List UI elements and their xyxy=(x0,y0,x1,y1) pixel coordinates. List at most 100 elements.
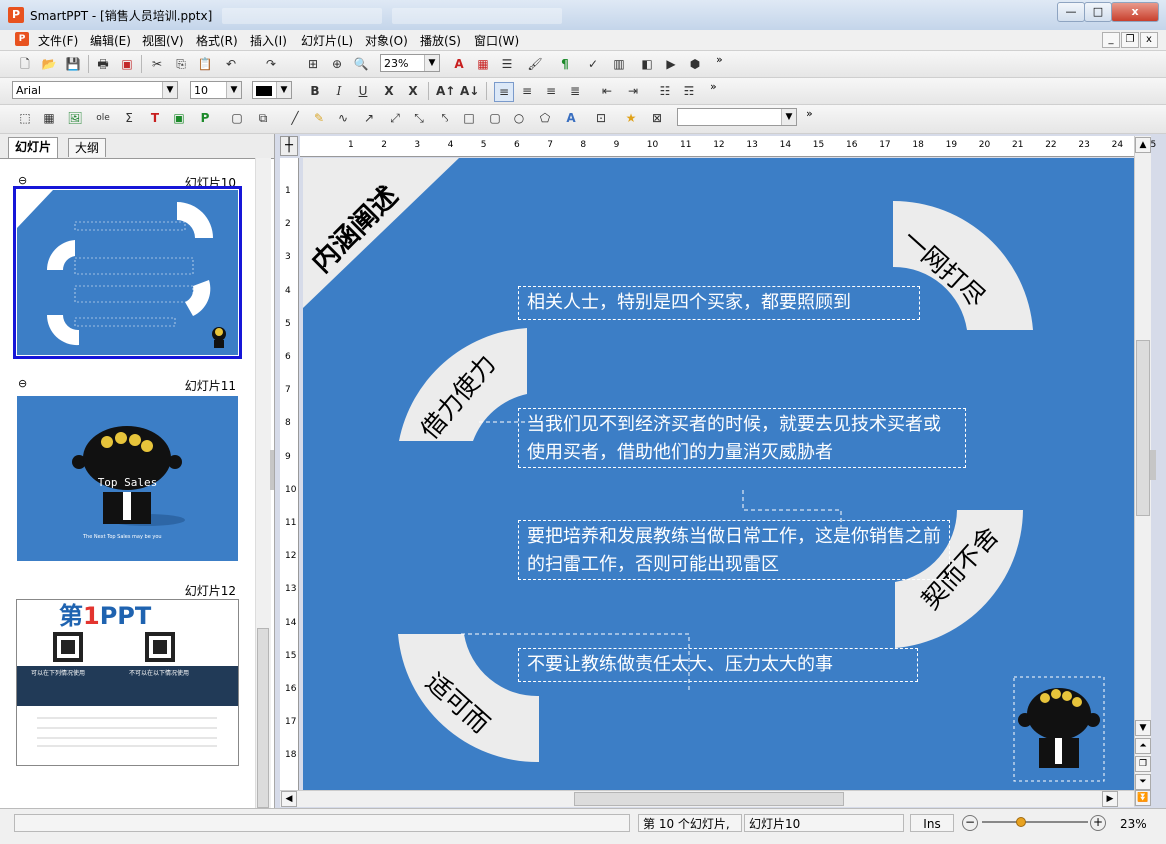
open-folder-icon[interactable]: 📂 xyxy=(40,55,58,73)
next-slide-icon[interactable]: ⏷ xyxy=(1135,774,1151,790)
last-slide-icon[interactable]: ⏬ xyxy=(1135,790,1151,806)
zoom-slider-thumb[interactable] xyxy=(1015,817,1026,827)
list-icon[interactable]: ☰ xyxy=(498,55,516,73)
menu-play[interactable]: 播放(S) xyxy=(420,32,461,49)
rounded-rect-tool-icon[interactable]: ▢ xyxy=(486,109,504,127)
slide-thumbnail-10[interactable] xyxy=(13,186,242,359)
select-frame-icon[interactable]: ⬚ xyxy=(16,109,34,127)
slide-view-icon[interactable]: ❐ xyxy=(1135,756,1151,772)
insert-text-icon[interactable]: T xyxy=(146,109,164,127)
save-icon[interactable]: 💾 xyxy=(64,55,82,73)
wordart-tool-icon[interactable]: A xyxy=(562,109,580,127)
justify-icon[interactable]: ≣ xyxy=(566,82,584,100)
menu-insert[interactable]: 插入(I) xyxy=(250,32,287,49)
menu-file[interactable]: 文件(F) xyxy=(38,32,78,49)
spell-check-icon[interactable]: ✓ xyxy=(584,55,602,73)
scroll-down-icon[interactable]: ▼ xyxy=(1135,720,1151,736)
new-file-icon[interactable]: 🗋 xyxy=(16,55,34,73)
zoom-slider-track[interactable] xyxy=(982,821,1088,823)
toolbar-more-button[interactable]: » xyxy=(716,53,723,66)
close-button[interactable]: x xyxy=(1111,2,1159,22)
zoom-combo[interactable]: 23% ▼ xyxy=(380,54,440,72)
menu-view[interactable]: 视图(V) xyxy=(142,32,184,49)
menu-edit[interactable]: 编辑(E) xyxy=(90,32,131,49)
style-combo[interactable]: ▼ xyxy=(677,108,797,126)
paste-icon[interactable]: 📋 xyxy=(196,55,214,73)
tab-slides[interactable]: 幻灯片 xyxy=(8,137,59,158)
increase-font-icon[interactable]: A↑ xyxy=(436,82,455,100)
panel-scrollbar[interactable] xyxy=(255,158,271,808)
previous-slide-icon[interactable]: ⏶ xyxy=(1135,738,1151,754)
frame-icon[interactable]: ▢ xyxy=(228,109,246,127)
curve-tool-icon[interactable]: ∿ xyxy=(334,109,352,127)
insert-picture-icon[interactable]: 🖼 xyxy=(66,109,84,127)
slide-thumbnail-12[interactable]: 第1PPT 可以在下列情况使用 不可以在以下情况使用 xyxy=(16,599,239,766)
text-color-icon[interactable]: A xyxy=(450,55,468,73)
vertical-scrollbar[interactable]: ▲ ▼ ⏶ ❐ ⏷ ⏬ xyxy=(1134,136,1151,806)
zoom-in-icon[interactable]: + xyxy=(1090,815,1106,831)
insert-ole-icon[interactable]: ole xyxy=(94,109,112,127)
ruler-origin-button[interactable]: ┼ xyxy=(280,136,298,156)
mdi-restore-button[interactable]: ❐ xyxy=(1121,32,1139,48)
insert-object-icon[interactable]: ▣ xyxy=(170,109,188,127)
crop-tool-icon[interactable]: ⊠ xyxy=(648,109,666,127)
insert-grid-icon[interactable]: ▦ xyxy=(40,109,58,127)
menu-slide[interactable]: 幻灯片(L) xyxy=(301,32,353,49)
align-tool-icon[interactable]: ⊡ xyxy=(592,109,610,127)
package-icon[interactable]: ⬢ xyxy=(686,55,704,73)
right-splitter-handle[interactable] xyxy=(1150,450,1156,480)
scrollbar-thumb[interactable] xyxy=(257,628,269,808)
italic-button[interactable]: I xyxy=(330,82,348,100)
print-icon[interactable]: 🖶 xyxy=(94,55,112,73)
underline-button[interactable]: U xyxy=(354,82,372,100)
bold-button[interactable]: B xyxy=(306,82,324,100)
align-center-icon[interactable]: ≡ xyxy=(518,82,536,100)
align-left-icon[interactable]: ≡ xyxy=(494,82,514,102)
play-icon[interactable]: ▶ xyxy=(662,55,680,73)
horizontal-scrollbar[interactable]: ◀ ▶ xyxy=(280,790,1134,807)
text-box-3[interactable]: 要把培养和发展教练当做日常工作，这是你销售之前的扫雷工作，否则可能出现雷区 xyxy=(518,520,950,580)
bullet-list-icon[interactable]: ☷ xyxy=(656,82,674,100)
insert-page-icon[interactable]: P xyxy=(196,109,214,127)
text-box-2[interactable]: 当我们见不到经济买者的时候，就要去见技术买者或使用买者，借助他们的力量消灭威胁者 xyxy=(518,408,966,468)
mdi-close-button[interactable]: x xyxy=(1140,32,1158,48)
align-right-icon[interactable]: ≡ xyxy=(542,82,560,100)
pen-tool-icon[interactable]: ✎ xyxy=(310,109,328,127)
font-family-combo[interactable]: Arial ▼ xyxy=(12,81,178,99)
zoom-in-icon[interactable]: ⊕ xyxy=(328,55,346,73)
group-icon[interactable]: ⧉ xyxy=(254,109,272,127)
insert-formula-icon[interactable]: Σ xyxy=(120,109,138,127)
chart-icon[interactable]: ▥ xyxy=(610,55,628,73)
slide-canvas[interactable]: 内涵阐述 一网打尽 借力使力 契而不舍 适可而 相关人士，特别是四个买家，都要照… xyxy=(303,158,1134,790)
indent-increase-icon[interactable]: ⇥ xyxy=(624,82,642,100)
redo-icon[interactable]: ↷ xyxy=(262,55,280,73)
ellipse-tool-icon[interactable]: ○ xyxy=(510,109,528,127)
insert-table-icon[interactable]: ▦ xyxy=(474,55,492,73)
menu-window[interactable]: 窗口(W) xyxy=(474,32,519,49)
connector-tool-icon[interactable]: ⤢ xyxy=(386,109,404,127)
star-tool-icon[interactable]: ★ xyxy=(622,109,640,127)
tab-outline[interactable]: 大纲 xyxy=(68,138,107,157)
toolbar-more-button[interactable]: » xyxy=(710,80,717,93)
clear-format-icon[interactable]: X xyxy=(404,82,422,100)
format-painter-icon[interactable]: 🖌 xyxy=(526,55,544,73)
text-box-4[interactable]: 不要让教练做责任太大、压力太大的事 xyxy=(518,648,918,682)
indent-decrease-icon[interactable]: ⇤ xyxy=(598,82,616,100)
text-box-1[interactable]: 相关人士，特别是四个买家，都要照顾到 xyxy=(518,286,920,320)
export-pdf-icon[interactable]: ▣ xyxy=(118,55,136,73)
undo-icon[interactable]: ↶ xyxy=(222,55,240,73)
mdi-minimize-button[interactable]: _ xyxy=(1102,32,1120,48)
slide-template-icon[interactable]: ◧ xyxy=(638,55,656,73)
arrow-tool-icon[interactable]: ↗ xyxy=(360,109,378,127)
zoom-out-icon[interactable]: − xyxy=(962,815,978,831)
decrease-font-icon[interactable]: A↓ xyxy=(460,82,479,100)
zoom-icon[interactable]: 🔍 xyxy=(352,55,370,73)
fit-page-icon[interactable]: ⊞ xyxy=(304,55,322,73)
line-tool-icon[interactable]: ╱ xyxy=(286,109,304,127)
menu-object[interactable]: 对象(O) xyxy=(365,32,408,49)
minimize-button[interactable]: — xyxy=(1057,2,1085,22)
rectangle-tool-icon[interactable]: □ xyxy=(460,109,478,127)
font-color-combo[interactable]: ▼ xyxy=(252,81,292,99)
scrollbar-thumb[interactable] xyxy=(1136,340,1150,516)
scrollbar-thumb[interactable] xyxy=(574,792,844,806)
